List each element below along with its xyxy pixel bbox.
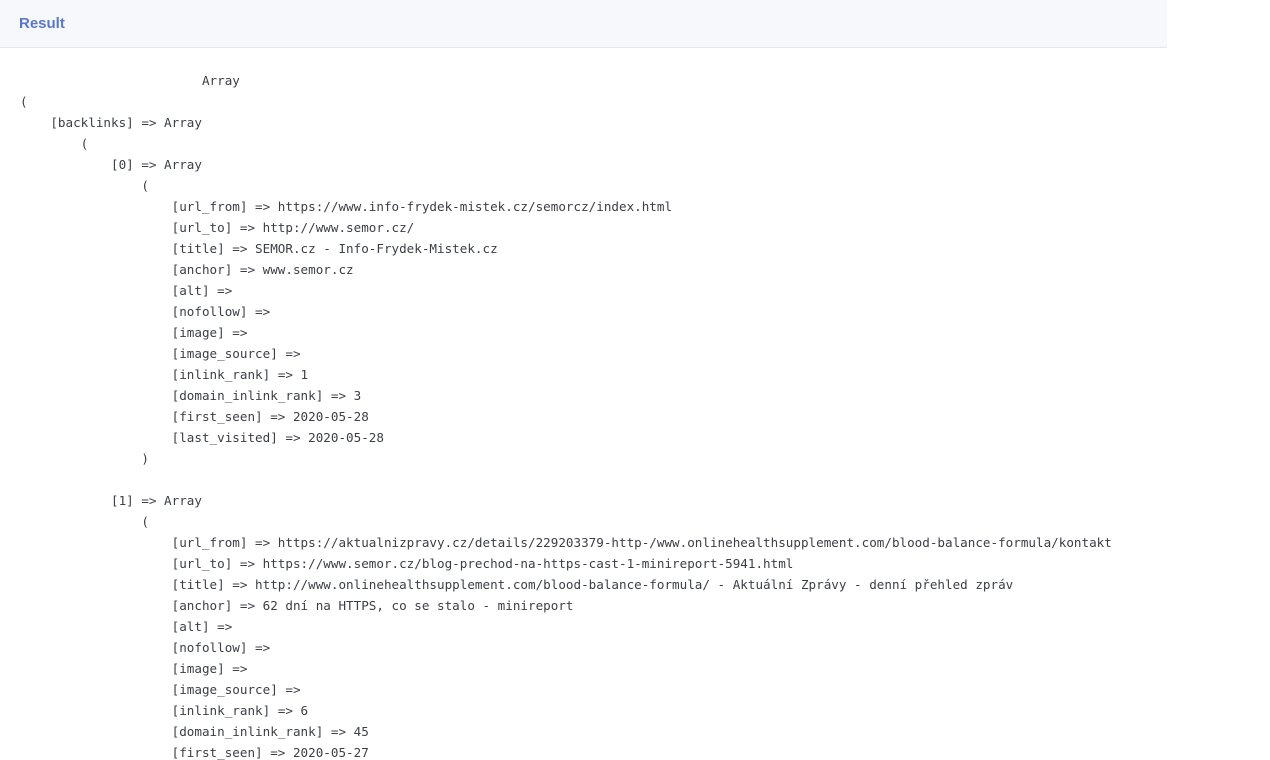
result-line: [nofollow] =>: [20, 304, 271, 319]
result-line: [first_seen] => 2020-05-27: [20, 745, 369, 760]
result-line: [inlink_rank] => 1: [20, 367, 309, 382]
result-line: [url_from] => https://www.info-frydek-mi…: [20, 199, 673, 214]
result-line: ): [20, 451, 149, 466]
result-line: [url_from] => https://aktualnizpravy.cz/…: [20, 535, 1112, 550]
result-panel: Result Array ( [backlinks] => Array ( [0…: [0, 0, 1167, 760]
result-line: [anchor] => 62 dní na HTTPS, co se stalo…: [20, 598, 574, 613]
result-line: Array: [20, 73, 240, 88]
result-line: [domain_inlink_rank] => 3: [20, 388, 362, 403]
result-line: (: [20, 514, 149, 529]
result-line: [1] => Array: [20, 493, 202, 508]
result-line: [domain_inlink_rank] => 45: [20, 724, 369, 739]
result-line: [image] =>: [20, 325, 248, 340]
result-line: (: [20, 136, 89, 151]
result-output: Array ( [backlinks] => Array ( [0] => Ar…: [20, 70, 1112, 760]
result-line: [image_source] =>: [20, 346, 301, 361]
result-line: [alt] =>: [20, 619, 233, 634]
panel-title: Result: [19, 15, 65, 32]
result-line: [alt] =>: [20, 283, 233, 298]
result-line: [0] => Array: [20, 157, 202, 172]
panel-header: Result: [0, 0, 1167, 48]
result-line: [inlink_rank] => 6: [20, 703, 309, 718]
result-line: [last_visited] => 2020-05-28: [20, 430, 384, 445]
result-line: [image_source] =>: [20, 682, 301, 697]
result-line: [url_to] => https://www.semor.cz/blog-pr…: [20, 556, 794, 571]
result-line: (: [20, 178, 149, 193]
result-line: [nofollow] =>: [20, 640, 271, 655]
result-line: [image] =>: [20, 661, 248, 676]
result-line: [anchor] => www.semor.cz: [20, 262, 354, 277]
result-line: [backlinks] => Array: [20, 115, 202, 130]
result-line: [title] => http://www.onlinehealthsupple…: [20, 577, 1014, 592]
result-line: [first_seen] => 2020-05-28: [20, 409, 369, 424]
result-line: [url_to] => http://www.semor.cz/: [20, 220, 415, 235]
result-line: [title] => SEMOR.cz - Info-Frydek-Mistek…: [20, 241, 498, 256]
result-line: (: [20, 94, 28, 109]
